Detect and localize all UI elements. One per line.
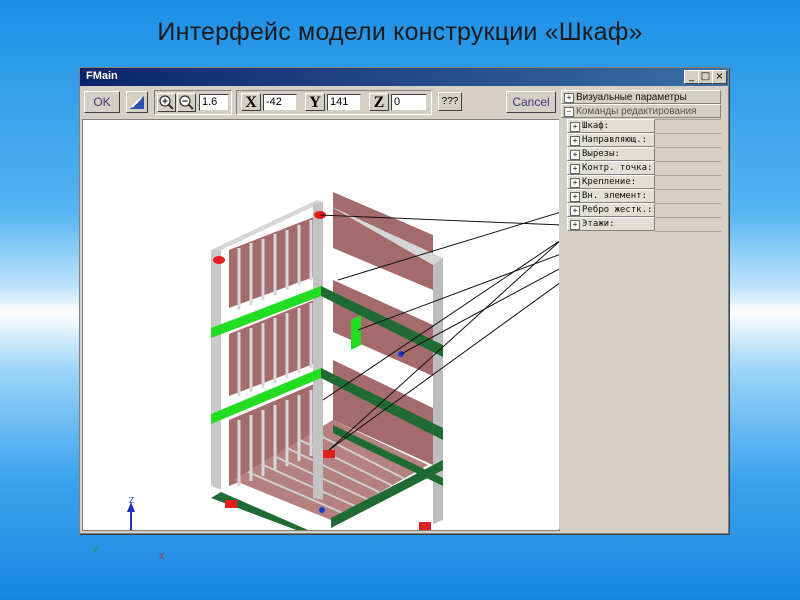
properties-panel: + Визуальные параметры − Команды редактиро… bbox=[559, 88, 725, 529]
expand-icon: + bbox=[570, 164, 580, 174]
axis-z-label: Z bbox=[129, 496, 134, 505]
expand-icon: + bbox=[570, 220, 580, 230]
zoom-out-button[interactable] bbox=[177, 93, 196, 112]
side-panel-top bbox=[333, 192, 433, 290]
expand-icon: + bbox=[570, 122, 580, 132]
expand-icon: + bbox=[570, 178, 580, 188]
toolbar: OK 1.6 X -42 Y 141 Z 0 ??? Cancel bbox=[82, 89, 556, 117]
zoom-out-icon bbox=[179, 95, 194, 110]
tree-item-cutouts[interactable]: + Вырезы: bbox=[567, 147, 655, 161]
cabinet-model bbox=[105, 192, 562, 578]
zoom-input[interactable]: 1.6 bbox=[199, 94, 229, 111]
collapse-icon: − bbox=[564, 107, 574, 117]
expand-icon: + bbox=[564, 93, 574, 103]
section-label: Команды редактирования bbox=[576, 106, 697, 117]
expand-icon: + bbox=[570, 206, 580, 216]
vertical-guides bbox=[237, 220, 313, 486]
x-input[interactable]: -42 bbox=[263, 94, 297, 111]
main-window: FMain _ □ × OK 1.6 X -42 Y 141 Z 0 ??? C… bbox=[79, 67, 729, 578]
help-button[interactable]: ??? bbox=[438, 92, 462, 111]
axis-triad bbox=[105, 502, 157, 554]
tree-item-inner-element[interactable]: + Вн. элемент: bbox=[567, 189, 655, 203]
3d-viewport[interactable]: Z X Y bbox=[82, 119, 562, 578]
slide-title: Интерфейс модели конструкции «Шкаф» bbox=[157, 18, 643, 46]
axis-y-label: Y bbox=[93, 546, 99, 555]
tree-item-floors[interactable]: + Этажи: bbox=[567, 217, 655, 231]
tree-item-control-point[interactable]: + Контр. точка: bbox=[567, 161, 655, 175]
cancel-button[interactable]: Cancel bbox=[506, 91, 556, 113]
tree-item-guides[interactable]: + Направляющ.: bbox=[567, 133, 655, 147]
inner-element bbox=[351, 315, 361, 350]
side-panel-middle bbox=[333, 280, 433, 376]
zoom-in-icon bbox=[159, 95, 174, 110]
tree-item-stiffener[interactable]: + Ребро жестк.: bbox=[567, 203, 655, 217]
maximize-button[interactable]: □ bbox=[698, 70, 713, 84]
zoom-group: 1.6 bbox=[154, 90, 232, 115]
pencil-icon bbox=[130, 96, 144, 109]
window-title: FMain bbox=[86, 70, 118, 82]
z-label: Z bbox=[369, 93, 389, 111]
y-input[interactable]: 141 bbox=[327, 94, 361, 111]
left-post bbox=[211, 250, 221, 490]
section-label: Визуальные параметры bbox=[576, 92, 687, 103]
tree-item-cabinet[interactable]: + Шкаф: bbox=[567, 119, 655, 133]
axis-x-label: X bbox=[159, 552, 165, 561]
center-post bbox=[313, 202, 323, 500]
zoom-in-button[interactable] bbox=[157, 93, 176, 112]
section-visual-params[interactable]: + Визуальные параметры bbox=[561, 90, 721, 104]
draw-mode-button[interactable] bbox=[126, 91, 148, 113]
expand-icon: + bbox=[570, 150, 580, 160]
close-button[interactable]: × bbox=[712, 70, 727, 84]
x-label: X bbox=[241, 93, 261, 111]
coordinates-group: X -42 Y 141 Z 0 bbox=[236, 90, 432, 115]
minimize-button[interactable]: _ bbox=[684, 70, 699, 84]
ok-button[interactable]: OK bbox=[84, 91, 120, 113]
z-input[interactable]: 0 bbox=[391, 94, 427, 111]
title-bar[interactable]: FMain _ □ × bbox=[80, 68, 728, 86]
expand-icon: + bbox=[570, 136, 580, 146]
y-label: Y bbox=[305, 93, 325, 111]
section-edit-commands[interactable]: − Команды редактирования bbox=[561, 104, 721, 118]
control-point-lower bbox=[319, 507, 325, 513]
tree-values-column bbox=[655, 119, 721, 232]
tree-item-fastening[interactable]: + Крепление: bbox=[567, 175, 655, 189]
expand-icon: + bbox=[570, 192, 580, 202]
